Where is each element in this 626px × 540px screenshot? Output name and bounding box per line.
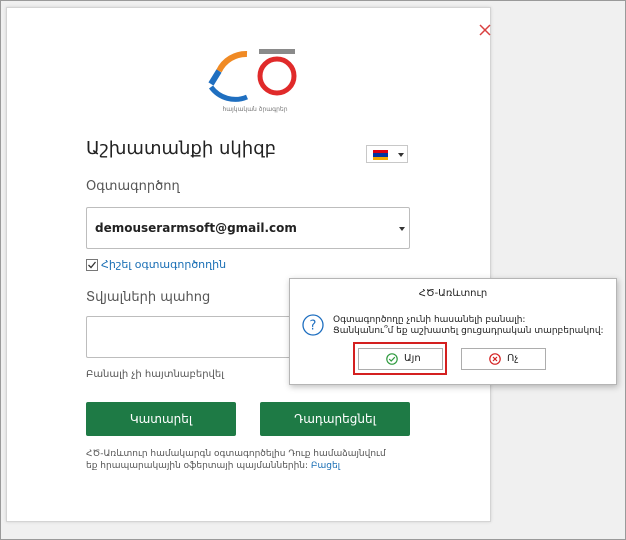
cancel-circle-icon: [489, 353, 501, 365]
user-label: Օգտագործող: [86, 179, 180, 194]
remember-user-label: Հիշել օգտագործողին: [101, 258, 227, 271]
chevron-down-icon: [398, 153, 404, 157]
user-dropdown[interactable]: demouserarmsoft@gmail.com: [86, 207, 410, 249]
dialog-message-line1: Օգտագործողը չունի հասանելի բանալի:: [333, 315, 526, 325]
logo-tagline: հայկական ծրագրեր: [222, 106, 287, 113]
language-dropdown[interactable]: [366, 145, 408, 163]
no-button[interactable]: Ոչ: [461, 348, 546, 370]
chevron-down-icon: [399, 227, 405, 231]
dialog-title: ՀԾ-Առևտուր: [418, 288, 488, 299]
logo-mark-icon: հայկական ծրագրեր: [208, 49, 297, 113]
question-icon: ?: [302, 314, 324, 336]
checkmark-icon: [88, 261, 97, 269]
open-offer-link[interactable]: Բացել: [311, 461, 340, 471]
login-panel: հայկական ծրագրեր: [6, 7, 491, 522]
page-title: Աշխատանքի սկիզբ: [86, 138, 277, 159]
password-label: Տվյալների պահոց: [86, 290, 211, 305]
login-button[interactable]: Կատարել: [86, 402, 236, 436]
checkbox-box[interactable]: [86, 259, 98, 271]
armenia-flag-icon: [373, 150, 388, 160]
stop-button[interactable]: Դադարեցնել: [260, 402, 410, 436]
message-dialog: ՀԾ-Առևտուր ? Օգտագործողը չունի հասանելի …: [289, 278, 617, 385]
key-not-found-hint: Բանալի չի հայտնաբերվել: [86, 369, 224, 380]
dialog-message: Օգտագործողը չունի հասանելի բանալի: Ցանկա…: [333, 315, 604, 337]
svg-text:?: ?: [310, 319, 317, 334]
yes-button-highlight: [353, 342, 447, 375]
footer-text: ՀԾ-Առևտուր համակարգն օգտագործելիս Դուք հ…: [86, 449, 386, 471]
brand-logo: հայկական ծրագրեր: [207, 49, 303, 117]
dialog-message-line2: Ցանկանու՞մ եք աշխատել ցուցադրական տարբեր…: [333, 326, 604, 336]
no-label: Ոչ: [507, 353, 519, 364]
close-icon[interactable]: [477, 22, 493, 38]
user-value: demouserarmsoft@gmail.com: [95, 221, 297, 235]
footer-notice: ՀԾ-Առևտուր համակարգն օգտագործելիս Դուք հ…: [86, 448, 386, 472]
